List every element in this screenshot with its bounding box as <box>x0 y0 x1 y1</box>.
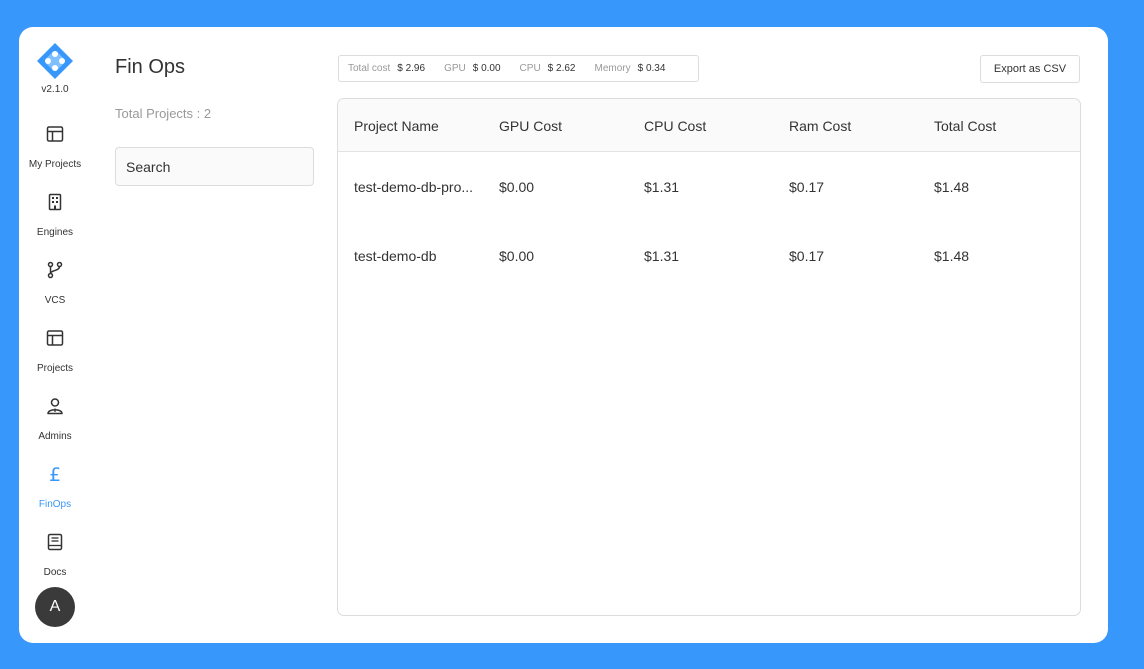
sidebar-item-finops[interactable]: £ FinOps <box>19 465 91 525</box>
page-title: Fin Ops <box>115 56 186 78</box>
column-header-total-cost[interactable]: Total Cost <box>934 118 996 134</box>
sidebar-item-label: Projects <box>36 363 74 374</box>
cpu-cost-cell: $1.31 <box>644 179 680 195</box>
layout-icon <box>46 330 64 346</box>
memory-cost-label: Memory <box>594 63 631 74</box>
app-window: v2.1.0 My Projects Engines VCS Projects … <box>19 27 1108 643</box>
building-icon <box>48 193 62 211</box>
app-version: v2.1.0 <box>41 84 69 95</box>
sidebar: v2.1.0 My Projects Engines VCS Projects … <box>19 27 91 643</box>
sidebar-item-vcs[interactable]: VCS <box>19 261 91 321</box>
project-name-cell: test-demo-db-pro... <box>354 179 474 195</box>
ram-cost-cell: $0.17 <box>789 179 825 195</box>
total-cost-cell: $1.48 <box>934 248 970 264</box>
app-logo-icon[interactable] <box>36 42 74 80</box>
table-row[interactable]: test-demo-db-pro... $0.00 $1.31 $0.17 $1… <box>338 152 1080 221</box>
total-cost-cell: $1.48 <box>934 179 970 195</box>
sidebar-item-docs[interactable]: Docs <box>19 533 91 593</box>
cpu-cost-cell: $1.31 <box>644 248 680 264</box>
gpu-cost-cell: $0.00 <box>499 248 535 264</box>
cpu-cost-value: $ 2.62 <box>547 63 576 74</box>
sidebar-item-label: Docs <box>43 567 67 578</box>
admin-user-icon <box>47 398 63 415</box>
sidebar-item-engines[interactable]: Engines <box>19 193 91 253</box>
column-header-cpu-cost[interactable]: CPU Cost <box>644 118 706 134</box>
cost-summary-bar: Total cost $ 2.96 GPU $ 0.00 CPU $ 2.62 … <box>338 55 699 82</box>
git-branch-icon <box>47 261 63 279</box>
svg-text:£: £ <box>49 465 61 483</box>
sidebar-item-label: FinOps <box>38 499 72 510</box>
table-row[interactable]: test-demo-db $0.00 $1.31 $0.17 $1.48 <box>338 221 1080 290</box>
column-header-ram-cost[interactable]: Ram Cost <box>789 118 851 134</box>
memory-cost-value: $ 0.34 <box>637 63 666 74</box>
sidebar-item-label: Admins <box>38 431 72 442</box>
layout-icon <box>46 126 64 142</box>
project-name-cell: test-demo-db <box>354 248 437 264</box>
book-icon <box>47 533 63 551</box>
table-header: Project Name GPU Cost CPU Cost Ram Cost … <box>338 99 1080 152</box>
sidebar-item-label: My Projects <box>28 159 82 170</box>
column-header-gpu-cost[interactable]: GPU Cost <box>499 118 562 134</box>
total-cost-value: $ 2.96 <box>397 63 426 74</box>
total-cost-label: Total cost <box>348 63 391 74</box>
ram-cost-cell: $0.17 <box>789 248 825 264</box>
user-avatar[interactable]: A <box>35 587 75 627</box>
sidebar-item-my-projects[interactable]: My Projects <box>19 125 91 185</box>
pound-icon: £ <box>49 465 61 483</box>
export-csv-button[interactable]: Export as CSV <box>980 55 1080 83</box>
column-header-project-name[interactable]: Project Name <box>354 118 439 134</box>
sidebar-item-label: Engines <box>36 227 74 238</box>
sidebar-item-label: VCS <box>44 295 66 306</box>
gpu-cost-label: GPU <box>444 63 466 74</box>
search-input[interactable] <box>115 147 314 186</box>
cpu-cost-label: CPU <box>519 63 541 74</box>
gpu-cost-value: $ 0.00 <box>472 63 501 74</box>
cost-table: Project Name GPU Cost CPU Cost Ram Cost … <box>337 98 1081 616</box>
sidebar-item-projects[interactable]: Projects <box>19 329 91 389</box>
gpu-cost-cell: $0.00 <box>499 179 535 195</box>
sidebar-item-admins[interactable]: Admins <box>19 397 91 457</box>
total-projects-count: Total Projects : 2 <box>115 106 212 121</box>
